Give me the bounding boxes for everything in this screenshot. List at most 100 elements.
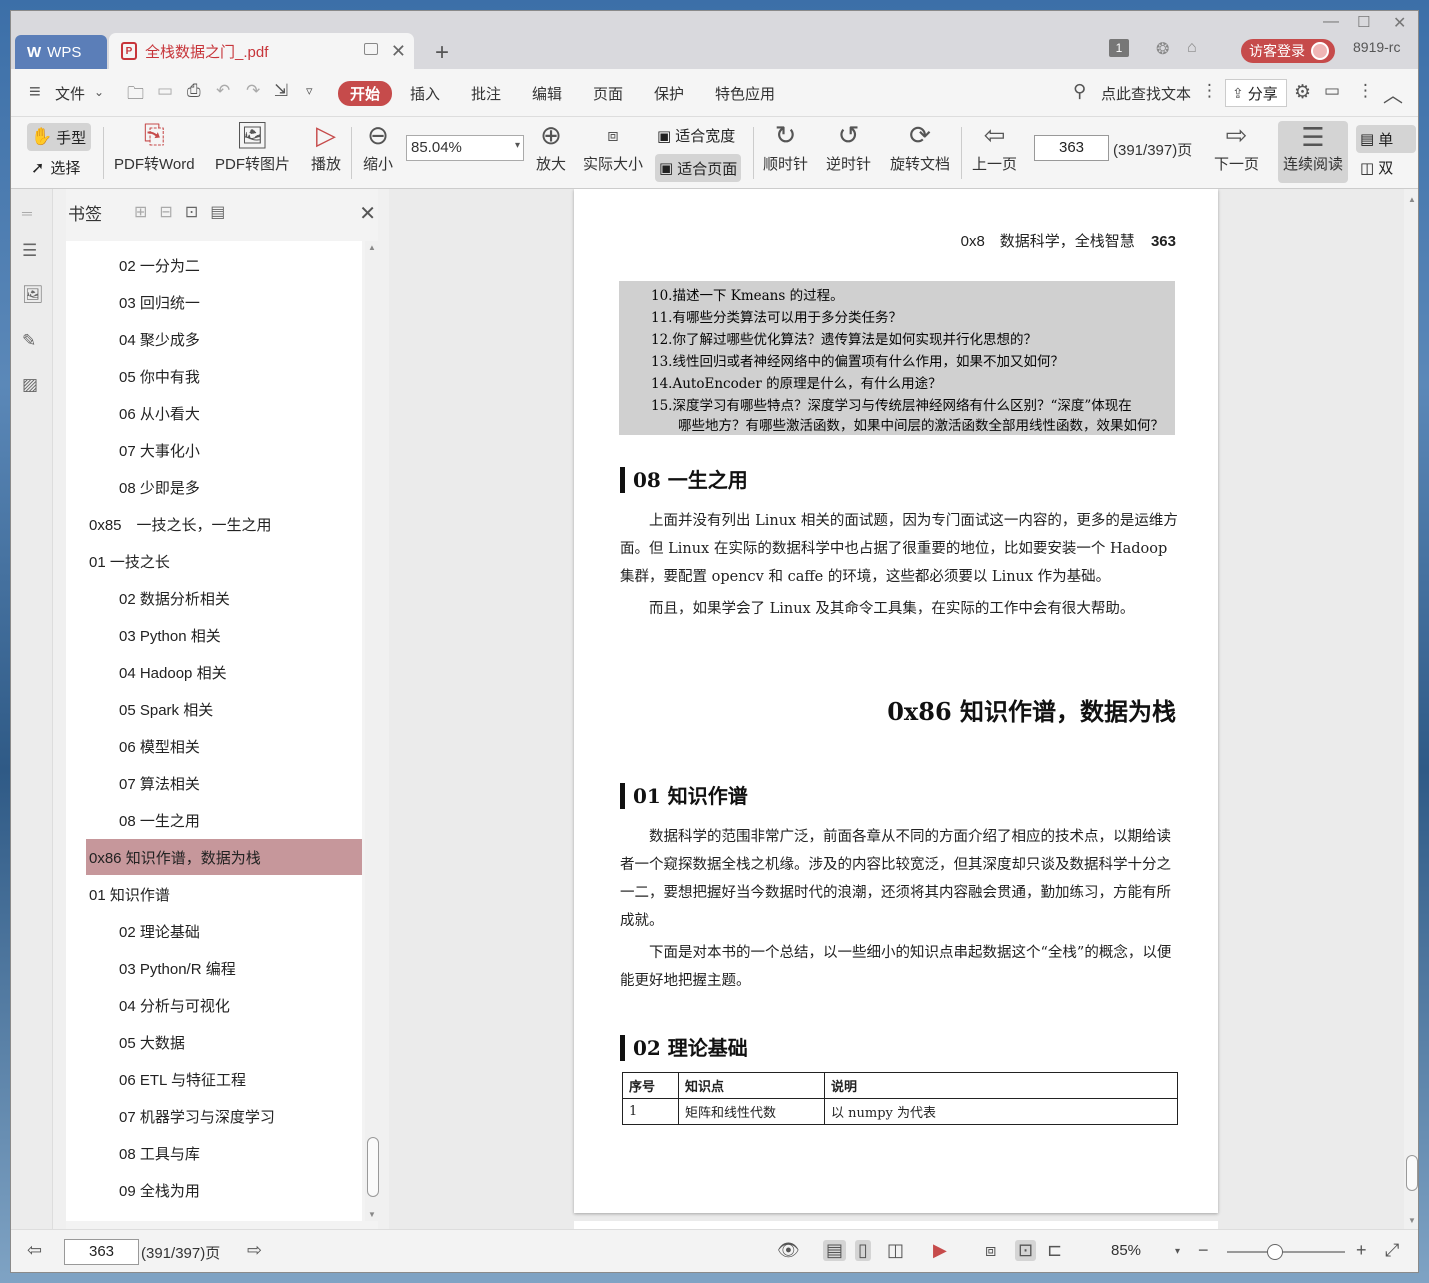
status-next-page-icon[interactable]: ⇨ [247,1240,262,1261]
fit-page-icon[interactable]: ⊡ [1015,1240,1037,1261]
status-page-input[interactable]: 363 [64,1239,139,1265]
continuous-read-button[interactable]: ☰ 连续阅读 [1278,121,1348,183]
screen-icon[interactable] [364,43,378,55]
bookmark-item[interactable]: 07 算法相关 [86,765,362,801]
menu-special[interactable]: 特色应用 [715,83,775,104]
select-tool-button[interactable]: ➚ 选择 [31,157,80,178]
bookmark-item[interactable]: 06 ETL 与特征工程 [86,1061,362,1097]
bookmark-item[interactable]: 07 大事化小 [86,432,362,468]
login-button[interactable]: 访客登录 [1241,39,1335,63]
close-tab-icon[interactable]: ✕ [391,41,406,62]
undo-icon[interactable]: ↶ [216,81,230,101]
document-scrollbar[interactable]: ▲ ▼ [1404,189,1418,1229]
bookmark-options-icon[interactable]: ▤ [210,202,225,222]
bookmark-item[interactable]: 02 理论基础 [86,913,362,949]
bookmark-item[interactable]: 0x85 一技之长，一生之用 [86,506,362,542]
save-icon[interactable]: ▭ [157,81,173,101]
continuous-view-icon[interactable]: ▤ [823,1240,847,1261]
single-page-button[interactable]: ▤ 单 [1356,125,1416,153]
bookmark-item[interactable]: 06 从小看大 [86,395,362,431]
search-text-button[interactable]: 点此查找文本 [1101,83,1191,104]
single-view-icon[interactable]: ▯ [855,1240,871,1261]
bookmark-item[interactable]: 02 一分为二 [86,247,362,283]
bookmark-item[interactable]: 03 Python/R 编程 [86,950,362,986]
search-icon[interactable]: ⚲ [1073,81,1086,102]
menu-edit[interactable]: 编辑 [532,83,562,104]
collapse-ribbon-icon[interactable]: ︿ [1383,79,1403,108]
rotate-document-button[interactable]: ⟳ 旋转文档 [890,117,950,174]
more-vertical-icon[interactable]: ⋮ [1201,81,1218,101]
bookmark-item[interactable]: 08 工具与库 [86,1135,362,1171]
next-page-button[interactable]: ⇨ 下一页 [1214,117,1259,174]
bookmark-item[interactable]: 01 知识作谱 [86,876,362,912]
zoom-minus-icon[interactable]: − [1198,1240,1209,1261]
bookmark-item[interactable]: 09 全栈为用 [86,1172,362,1208]
zoom-out-button[interactable]: ⊖ 缩小 [363,117,393,174]
menu-insert[interactable]: 插入 [410,83,440,104]
scroll-down-icon[interactable]: ▼ [1408,1216,1416,1225]
export-icon[interactable]: ⇲ [274,81,288,101]
bookmark-item[interactable]: 08 一生之用 [86,802,362,838]
chevron-down-icon[interactable]: ⌄ [94,85,104,99]
new-tab-icon[interactable]: + [435,39,449,67]
bookmark-item[interactable]: 05 你中有我 [86,358,362,394]
previous-page-button[interactable]: ⇦ 上一页 [972,117,1017,174]
window-count[interactable]: 1 [1109,39,1129,57]
page-number-input[interactable]: 363 [1034,135,1109,161]
bookmark-item[interactable]: 04 聚少成多 [86,321,362,357]
bookmark-item[interactable]: 0x86 知识作谱，数据为栈 [86,839,362,875]
pdf-to-image-button[interactable]: 🖼 PDF转图片 [215,117,290,174]
redo-icon[interactable]: ↷ [246,81,260,101]
rotate-clockwise-button[interactable]: ↻ 顺时针 [763,117,808,174]
fit-width-button[interactable]: ▣ 适合宽度 [657,125,735,146]
double-view-icon[interactable]: ◫ [887,1240,904,1261]
hamburger-icon[interactable]: ≡ [29,81,41,104]
shirt-icon[interactable]: ⌂ [1187,39,1197,57]
menu-start[interactable]: 开始 [338,81,393,106]
bookmark-item[interactable]: 03 Python 相关 [86,617,362,653]
fit-width-icon[interactable]: ⊏ [1047,1240,1062,1261]
bookmark-scrollbar[interactable]: ▲ ▼ [365,241,379,1221]
play-button[interactable]: ▷ 播放 [311,117,341,174]
more-dropdown-icon[interactable]: ▿ [306,83,313,99]
zoom-slider-knob[interactable] [1267,1244,1283,1260]
document-scroll-thumb[interactable] [1406,1155,1418,1191]
annotation-icon[interactable]: ✎ [22,331,42,351]
hand-tool-button[interactable]: ✋ 手型 [27,123,91,151]
zoom-level[interactable]: 85% [1111,1242,1141,1259]
more-options-icon[interactable]: ⋮ [1357,81,1374,101]
zoom-select[interactable]: 85.04% ▾ [406,135,524,161]
feedback-icon[interactable]: ▭ [1324,81,1340,101]
skin-icon[interactable]: ❂ [1156,39,1169,59]
bookmark-item[interactable]: 04 分析与可视化 [86,987,362,1023]
expand-all-icon[interactable]: ⊞ [134,202,147,222]
close-panel-icon[interactable]: ✕ [359,201,376,226]
zoom-slider[interactable] [1227,1244,1345,1260]
bookmark-item[interactable]: 06 模型相关 [86,728,362,764]
actual-size-button[interactable]: ⧈ 实际大小 [583,117,643,174]
bookmark-item[interactable]: 07 机器学习与深度学习 [86,1098,362,1134]
slideshow-icon[interactable]: ▶ [933,1240,947,1261]
bookmark-item[interactable]: 04 Hadoop 相关 [86,654,362,690]
actual-size-icon[interactable]: ⧈ [985,1240,996,1261]
tab-wps[interactable]: W WPS [15,35,107,69]
bookmark-item[interactable]: 05 大数据 [86,1024,362,1060]
maximize-icon[interactable]: ☐ [1357,13,1370,31]
thumbnail-icon[interactable]: 🖼 [22,285,44,305]
zoom-in-button[interactable]: ⊕ 放大 [536,117,566,174]
double-page-button[interactable]: ◫ 双 [1360,157,1393,178]
scroll-up-icon[interactable]: ▲ [368,243,376,252]
menu-page[interactable]: 页面 [593,83,623,104]
zoom-plus-icon[interactable]: + [1356,1240,1367,1261]
outline-icon[interactable]: ☰ [22,241,42,261]
bookmark-item[interactable]: 05 Spark 相关 [86,691,362,727]
open-folder-icon[interactable]: 🗀 [127,81,144,110]
bookmark-item[interactable]: 01 一技之长 [86,543,362,579]
window-close-icon[interactable]: ✕ [1393,13,1406,33]
print-icon[interactable]: ⎙ [187,81,201,101]
comment-icon[interactable]: ▨ [22,375,42,395]
pdf-to-word-button[interactable]: ⎘ PDF转Word [114,117,195,174]
rotate-counterclockwise-button[interactable]: ↺ 逆时针 [826,117,871,174]
minimize-icon[interactable]: — [1323,13,1339,31]
bookmark-item[interactable]: 08 少即是多 [86,469,362,505]
